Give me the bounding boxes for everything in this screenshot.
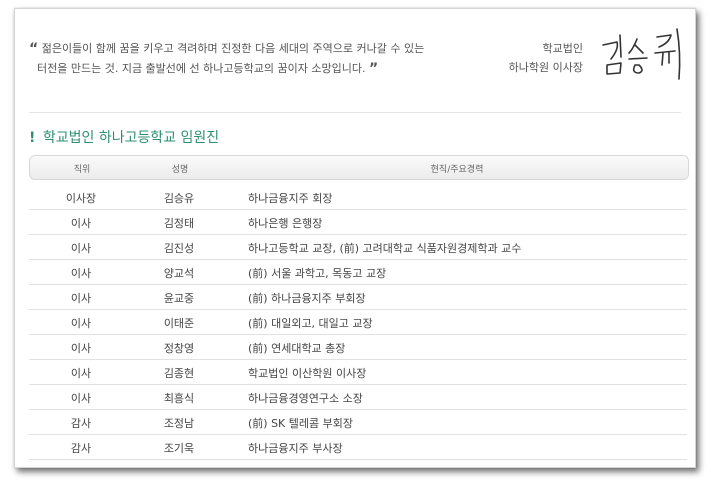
header-divider bbox=[29, 112, 681, 113]
table-row: 이사 김정태 하나은행 은행장 bbox=[29, 210, 687, 235]
table-row: 감사 조정남 (前) SK 텔레콤 부회장 bbox=[29, 410, 687, 435]
header-career: 현직/주요경력 bbox=[430, 165, 484, 175]
cell-position: 이사 bbox=[70, 392, 92, 405]
cell-name: 김승유 bbox=[163, 192, 195, 205]
chairman-title: 하나학원 이사장 bbox=[508, 61, 583, 74]
table-row: 이사 최흥식 하나금융경영연구소 소장 bbox=[29, 385, 687, 410]
cell-name: 최흥식 bbox=[163, 392, 195, 405]
cell-career: (前) 대일외고, 대일고 교장 bbox=[248, 317, 373, 330]
cell-position: 이사 bbox=[70, 292, 92, 305]
cell-position: 이사장 bbox=[65, 192, 97, 205]
cell-position: 이사 bbox=[70, 317, 92, 330]
cell-name: 조정남 bbox=[163, 417, 195, 430]
cell-position: 이사 bbox=[70, 267, 92, 280]
section-title: ! 학교법인 하나고등학교 임원진 bbox=[29, 127, 219, 147]
table-row: 감사 조기욱 하나금융지주 부사장 bbox=[29, 435, 687, 460]
cell-name: 이태준 bbox=[163, 317, 195, 330]
cell-position: 이사 bbox=[70, 217, 92, 230]
cell-career: 하나금융지주 부사장 bbox=[248, 442, 343, 455]
cell-career: 하나은행 은행장 bbox=[248, 217, 323, 230]
content-frame: “ 젊은이들이 함께 꿈을 키우고 격려하며 진정한 다음 세대의 주역으로 커… bbox=[14, 8, 696, 468]
cell-career: (前) 서울 과학고, 목동고 교장 bbox=[248, 267, 387, 280]
cell-position: 이사 bbox=[70, 367, 92, 380]
cell-name: 정창영 bbox=[163, 342, 195, 355]
chairman-quote: “ 젊은이들이 함께 꿈을 키우고 격려하며 진정한 다음 세대의 주역으로 커… bbox=[29, 39, 469, 79]
cell-career: (前) 하나금융지주 부회장 bbox=[248, 292, 366, 305]
quote-line-1: “ 젊은이들이 함께 꿈을 키우고 격려하며 진정한 다음 세대의 주역으로 커… bbox=[29, 39, 469, 59]
cell-name: 김정태 bbox=[163, 217, 195, 230]
open-quote-mark: “ bbox=[29, 41, 39, 57]
cell-career: 하나금융경영연구소 소장 bbox=[248, 392, 363, 405]
signature-image bbox=[602, 28, 681, 80]
cell-name: 김종현 bbox=[163, 367, 195, 380]
cell-name: 김진성 bbox=[163, 242, 195, 255]
table-row: 이사 양교석 (前) 서울 과학고, 목동고 교장 bbox=[29, 260, 687, 285]
cell-career: 하나고등학교 교장, (前) 고려대학교 식품자원경제학과 교수 bbox=[248, 242, 522, 255]
table-row: 이사 김진성 하나고등학교 교장, (前) 고려대학교 식품자원경제학과 교수 bbox=[29, 235, 687, 260]
close-quote-mark: ” bbox=[368, 61, 379, 77]
quote-line-2: 터전을 만드는 것. 지금 출발선에 선 하나고등학교의 꿈이자 소망입니다. … bbox=[29, 59, 469, 79]
table-row: 이사 윤교중 (前) 하나금융지주 부회장 bbox=[29, 285, 687, 310]
table-row: 이사장 김승유 하나금융지주 회장 bbox=[29, 185, 687, 210]
cell-name: 양교석 bbox=[163, 267, 195, 280]
section-title-text: 학교법인 하나고등학교 임원진 bbox=[42, 130, 220, 146]
cell-career: (前) 연세대학교 총장 bbox=[248, 342, 346, 355]
cell-career: 하나금융지주 회장 bbox=[248, 192, 333, 205]
cell-name: 조기욱 bbox=[163, 442, 195, 455]
cell-position: 감사 bbox=[70, 417, 92, 430]
cell-position: 감사 bbox=[70, 442, 92, 455]
table-row: 이사 정창영 (前) 연세대학교 총장 bbox=[29, 335, 687, 360]
chairman-org: 학교법인 bbox=[542, 42, 583, 55]
section-marker: ! bbox=[29, 130, 36, 146]
chairman-info: 학교법인 하나학원 이사장 bbox=[493, 39, 583, 77]
header-position: 직위 bbox=[73, 165, 91, 175]
quote-text-2: 터전을 만드는 것. 지금 출발선에 선 하나고등학교의 꿈이자 소망입니다. bbox=[37, 62, 366, 75]
quote-text-1: 젊은이들이 함께 꿈을 키우고 격려하며 진정한 다음 세대의 주역으로 커나갈… bbox=[41, 42, 425, 55]
table-header: 직위 성명 현직/주요경력 bbox=[29, 155, 689, 180]
cell-career: (前) SK 텔레콤 부회장 bbox=[248, 417, 353, 430]
cell-position: 이사 bbox=[70, 342, 92, 355]
cell-name: 윤교중 bbox=[163, 292, 195, 305]
cell-career: 학교법인 이산학원 이사장 bbox=[248, 367, 367, 380]
table-row: 이사 이태준 (前) 대일외고, 대일고 교장 bbox=[29, 310, 687, 335]
cell-position: 이사 bbox=[70, 242, 92, 255]
table-row: 이사 김종현 학교법인 이산학원 이사장 bbox=[29, 360, 687, 385]
header-name: 성명 bbox=[171, 165, 189, 175]
table-body: 이사장 김승유 하나금융지주 회장 이사 김정태 하나은행 은행장 이사 김진성… bbox=[29, 185, 687, 460]
